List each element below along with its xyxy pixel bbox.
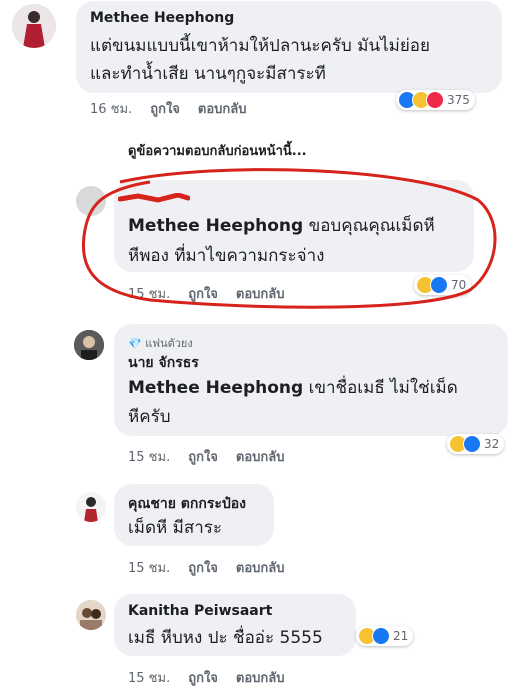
comment-text-line: หีครับ: [128, 407, 171, 427]
avatar[interactable]: [74, 330, 104, 360]
comment-text-line: หีพอง ที่มาไขความกระจ่าง: [128, 246, 325, 266]
comment-time[interactable]: 15 ชม.: [128, 671, 170, 686]
reaction-summary[interactable]: 70: [414, 275, 472, 295]
redacted-name-scribble: [117, 188, 191, 203]
like-button[interactable]: ถูกใจ: [188, 561, 218, 576]
comment-meta: 15 ชม. ถูกใจ ตอบกลับ: [128, 283, 303, 304]
like-button[interactable]: ถูกใจ: [150, 102, 180, 117]
comment-author[interactable]: Methee Heephong: [90, 10, 234, 26]
reaction-summary[interactable]: 375: [396, 90, 475, 110]
comment-time[interactable]: 16 ชม.: [90, 102, 132, 117]
comment-text-line: Methee Heephong ขอบคุณคุณเม็ดหี: [128, 212, 435, 240]
comment-meta: 15 ชม. ถูกใจ ตอบกลับ: [128, 446, 303, 467]
mention-link[interactable]: Methee Heephong: [128, 216, 303, 236]
reaction-summary[interactable]: 21: [356, 626, 414, 646]
avatar[interactable]: [12, 4, 56, 48]
like-button[interactable]: ถูกใจ: [188, 287, 218, 302]
avatar[interactable]: [76, 492, 106, 522]
comment-time[interactable]: 15 ชม.: [128, 450, 170, 465]
comment-text: ขอบคุณคุณเม็ดหี: [303, 216, 435, 236]
avatar-photo: [12, 4, 56, 48]
comment-meta: 15 ชม. ถูกใจ ตอบกลับ: [128, 667, 303, 688]
reaction-count: 375: [447, 93, 470, 107]
love-icon: [426, 91, 444, 109]
like-button[interactable]: ถูกใจ: [188, 671, 218, 686]
like-button[interactable]: ถูกใจ: [188, 450, 218, 465]
diamond-icon: 💎: [128, 337, 146, 350]
avatar-photo: [74, 330, 104, 360]
comment-text-line: และทำน้ำเสีย นานๆกูจะมีสาระที: [90, 64, 326, 84]
reply-button[interactable]: ตอบกลับ: [236, 561, 285, 576]
reaction-count: 21: [393, 629, 409, 643]
comment-meta: 15 ชม. ถูกใจ ตอบกลับ: [128, 557, 303, 578]
comment-text-line: Methee Heephong เขาชื่อเมธี ไม่ใช่เม็ด: [128, 374, 458, 402]
mention-link[interactable]: Methee Heephong: [128, 378, 303, 398]
comment-time[interactable]: 15 ชม.: [128, 287, 170, 302]
reply-button[interactable]: ตอบกลับ: [236, 287, 285, 302]
reaction-summary[interactable]: 32: [447, 434, 505, 454]
like-icon: [430, 276, 448, 294]
comment-text-line: แต่ขนมแบบนี้เขาห้ามให้ปลานะครับ มันไม่ย่…: [90, 36, 430, 56]
comment-author[interactable]: Kanitha Peiwsaart: [128, 603, 272, 619]
avatar[interactable]: [76, 600, 106, 630]
comment-text: เขาชื่อเมธี ไม่ใช่เม็ด: [303, 378, 458, 398]
reaction-count: 32: [484, 437, 500, 451]
comment-text-line: เม็ดหี มีสาระ: [128, 518, 223, 538]
comment-author[interactable]: คุณชาย ตกกระป๋อง: [128, 493, 246, 515]
reply-button[interactable]: ตอบกลับ: [236, 450, 285, 465]
view-previous-replies-link[interactable]: ดูข้อความตอบกลับก่อนหน้านี้...: [128, 140, 307, 161]
comment-meta: 16 ชม. ถูกใจ ตอบกลับ: [90, 98, 265, 119]
comment-time[interactable]: 15 ชม.: [128, 561, 170, 576]
fan-badge: 💎 แฟนตัวยง: [128, 337, 193, 350]
like-icon: [463, 435, 481, 453]
comment-author[interactable]: นาย จักรธร: [128, 352, 199, 374]
reaction-count: 70: [451, 278, 467, 292]
reply-button[interactable]: ตอบกลับ: [236, 671, 285, 686]
reply-button[interactable]: ตอบกลับ: [198, 102, 247, 117]
avatar-photo: [76, 600, 106, 630]
like-icon: [372, 627, 390, 645]
avatar-photo: [76, 492, 106, 522]
comment-text-line: เมธี หีบหง ปะ ชื่ออ่ะ 5555: [128, 628, 323, 648]
avatar[interactable]: [76, 186, 106, 216]
